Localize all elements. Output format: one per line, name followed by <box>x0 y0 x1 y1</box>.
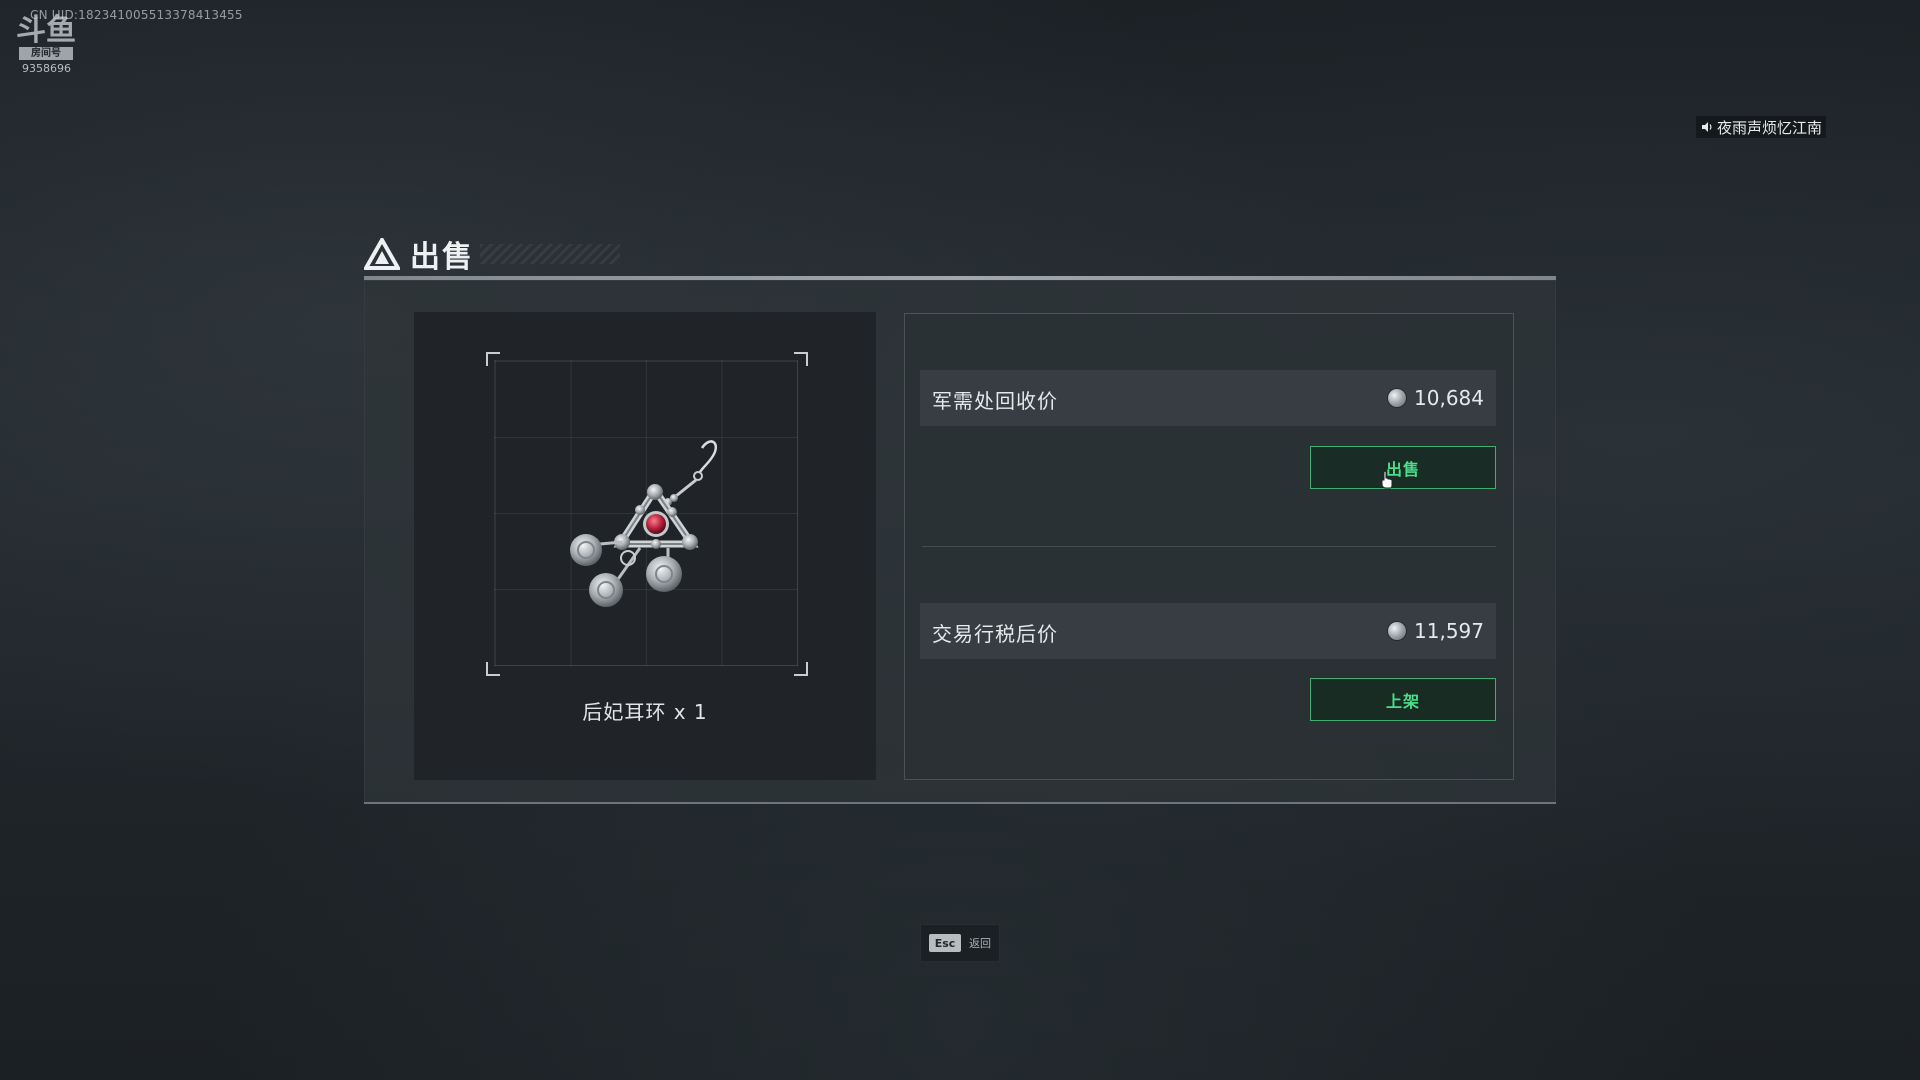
room-number: 9358696 <box>22 62 71 75</box>
recycle-price-row: 军需处回收价 10,684 <box>920 370 1496 426</box>
mouse-cursor-icon <box>1381 470 1393 489</box>
earring-icon <box>570 440 718 607</box>
list-on-market-button[interactable]: 上架 <box>1310 678 1496 721</box>
corner-bracket <box>794 352 808 366</box>
corner-bracket <box>486 352 500 366</box>
back-label: 返回 <box>969 937 991 950</box>
recycle-price-amount: 10,684 <box>1414 386 1484 410</box>
silver-coin-icon <box>1388 622 1407 640</box>
corner-bracket <box>486 662 500 676</box>
back-hint[interactable]: Esc 返回 <box>920 924 1000 962</box>
market-price-amount: 11,597 <box>1414 619 1484 643</box>
recycle-price-label: 军需处回收价 <box>932 389 1058 413</box>
market-price-label: 交易行税后价 <box>932 622 1058 646</box>
stream-logo-glyph: 斗鱼 <box>16 13 76 48</box>
esc-key-badge: Esc <box>929 934 961 952</box>
now-playing: 夜雨声烦忆江南 <box>1696 116 1827 138</box>
options-divider <box>922 546 1496 547</box>
item-name: 后妃耳环 x 1 <box>582 700 708 724</box>
dialog-header: 出售 <box>364 232 474 276</box>
track-name: 夜雨声烦忆江南 <box>1717 118 1823 137</box>
delta-logo-icon <box>364 238 400 270</box>
market-price-row: 交易行税后价 11,597 <box>920 603 1496 659</box>
stream-logo: 斗鱼 房间号 <box>16 16 76 68</box>
silver-coin-icon <box>1388 389 1407 407</box>
sell-button[interactable]: 出售 <box>1310 446 1496 489</box>
recycle-price-value: 10,684 <box>1388 386 1484 410</box>
speaker-icon <box>1702 122 1712 132</box>
market-price-value: 11,597 <box>1388 619 1484 643</box>
stream-logo-tag: 房间号 <box>19 47 73 60</box>
dialog-title: 出售 <box>410 240 474 275</box>
corner-bracket <box>794 662 808 676</box>
header-decoration <box>480 244 620 264</box>
panel-bottom-border <box>364 802 1556 804</box>
